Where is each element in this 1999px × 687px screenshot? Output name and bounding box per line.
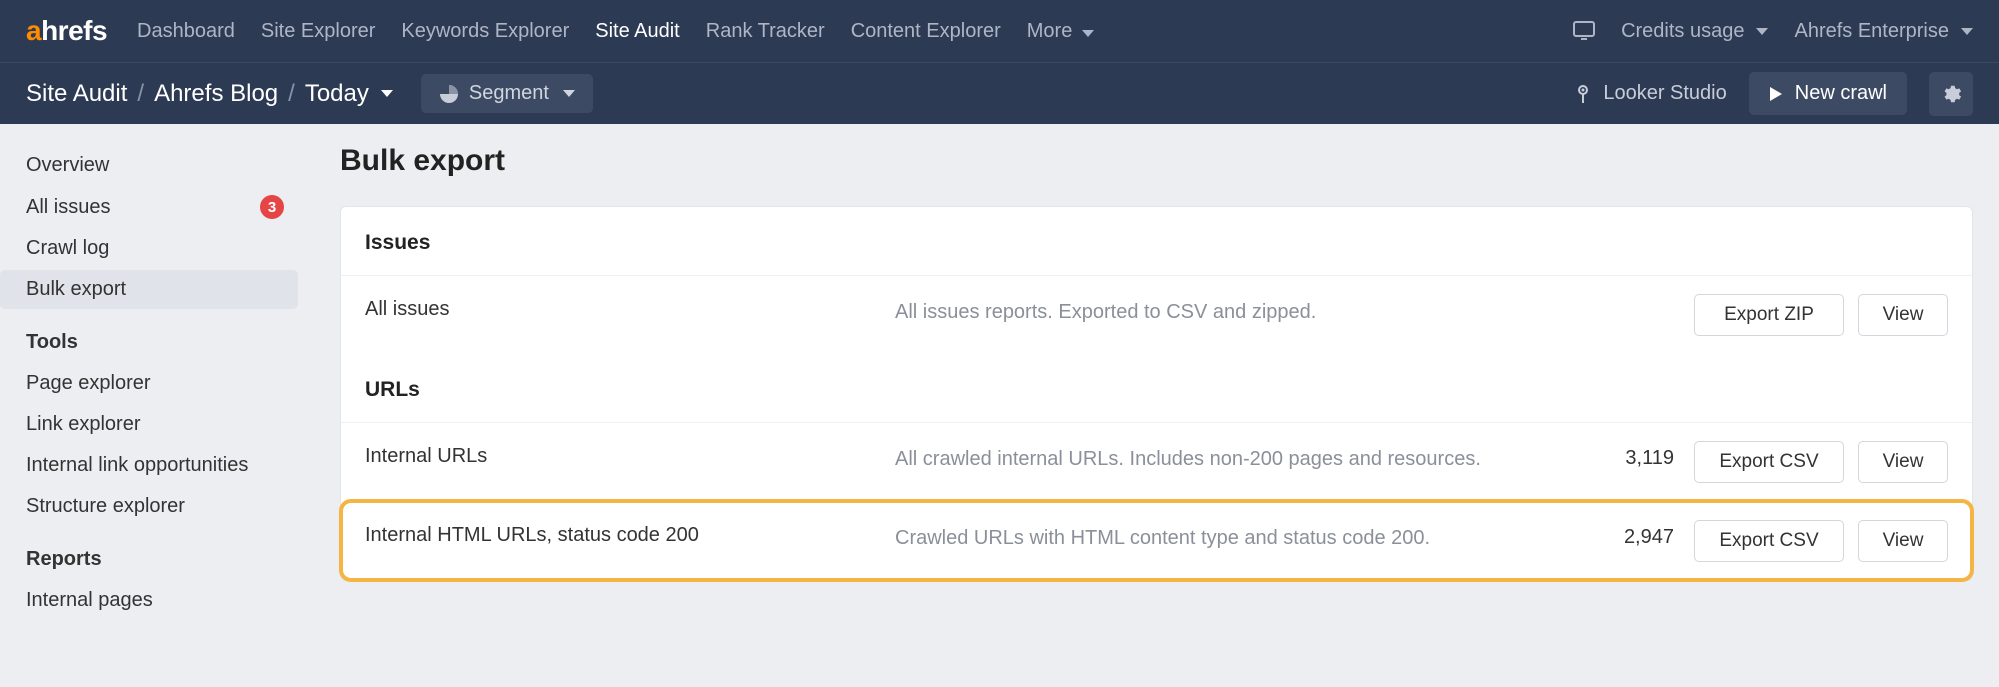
nav-items: Dashboard Site Explorer Keywords Explore… [137, 20, 1573, 43]
breadcrumb: Site Audit / Ahrefs Blog / Today [26, 80, 393, 108]
row-count [1584, 294, 1694, 300]
chevron-down-icon [1082, 30, 1094, 37]
sidebar-item-label: All issues [26, 196, 110, 219]
looker-studio-link[interactable]: Looker Studio [1573, 82, 1726, 105]
nav-right: Credits usage Ahrefs Enterprise [1573, 20, 1973, 43]
view-button[interactable]: View [1858, 441, 1948, 483]
row-name: All issues [365, 294, 895, 321]
row-count: 3,119 [1584, 441, 1694, 470]
layout: Overview All issues 3 Crawl log Bulk exp… [0, 124, 1999, 642]
export-csv-button[interactable]: Export CSV [1694, 441, 1844, 483]
nav-dashboard[interactable]: Dashboard [137, 20, 235, 43]
pie-chart-icon [439, 84, 459, 104]
account-label: Ahrefs Enterprise [1794, 20, 1949, 43]
view-button[interactable]: View [1858, 520, 1948, 562]
sidebar-heading-tools: Tools [0, 311, 298, 362]
export-zip-button[interactable]: Export ZIP [1694, 294, 1844, 336]
chevron-down-icon [1756, 28, 1768, 35]
main-content: Bulk export Issues All issues All issues… [310, 124, 1999, 642]
breadcrumb-project[interactable]: Ahrefs Blog [154, 80, 278, 108]
view-button[interactable]: View [1858, 294, 1948, 336]
looker-studio-icon [1573, 84, 1593, 104]
credits-usage-dropdown[interactable]: Credits usage [1621, 20, 1768, 43]
sidebar-heading-reports: Reports [0, 528, 298, 579]
sidebar-item-structure-explorer[interactable]: Structure explorer [0, 487, 298, 526]
chevron-down-icon [1961, 28, 1973, 35]
nav-rank-tracker[interactable]: Rank Tracker [706, 20, 825, 43]
settings-button[interactable] [1929, 72, 1973, 116]
segment-label: Segment [469, 82, 549, 105]
top-nav: ahrefs Dashboard Site Explorer Keywords … [0, 0, 1999, 62]
row-actions: Export ZIP View [1694, 294, 1948, 336]
sidebar-item-label: Link explorer [26, 413, 141, 436]
subnav-right: Looker Studio New crawl [1573, 72, 1973, 116]
sidebar-item-overview[interactable]: Overview [0, 146, 298, 185]
sidebar-item-label: Structure explorer [26, 495, 185, 518]
breadcrumb-date-label: Today [305, 80, 369, 108]
row-internal-urls: Internal URLs All crawled internal URLs.… [341, 422, 1972, 501]
chevron-down-icon [381, 90, 393, 97]
sidebar-item-crawl-log[interactable]: Crawl log [0, 229, 298, 268]
row-count: 2,947 [1584, 520, 1694, 549]
export-csv-button[interactable]: Export CSV [1694, 520, 1844, 562]
chevron-down-icon [563, 90, 575, 97]
sidebar-item-label: Internal link opportunities [26, 454, 248, 477]
bulk-export-card: Issues All issues All issues reports. Ex… [340, 206, 1973, 581]
breadcrumb-separator: / [137, 80, 144, 108]
segment-button[interactable]: Segment [421, 74, 593, 113]
breadcrumb-separator: / [288, 80, 295, 108]
credits-usage-label: Credits usage [1621, 20, 1744, 43]
sidebar-item-page-explorer[interactable]: Page explorer [0, 364, 298, 403]
play-icon [1769, 86, 1783, 102]
nav-keywords-explorer[interactable]: Keywords Explorer [401, 20, 569, 43]
new-crawl-label: New crawl [1795, 82, 1887, 105]
account-dropdown[interactable]: Ahrefs Enterprise [1794, 20, 1973, 43]
row-internal-html-urls-200: Internal HTML URLs, status code 200 Craw… [341, 501, 1972, 580]
sidebar-item-label: Crawl log [26, 237, 109, 260]
nav-more-label: More [1027, 20, 1073, 42]
section-header-urls: URLs [341, 354, 1972, 422]
row-desc: All crawled internal URLs. Includes non-… [895, 441, 1584, 473]
looker-studio-label: Looker Studio [1603, 82, 1726, 105]
sub-nav: Site Audit / Ahrefs Blog / Today Segment… [0, 62, 1999, 124]
sidebar-item-bulk-export[interactable]: Bulk export [0, 270, 298, 309]
row-desc: Crawled URLs with HTML content type and … [895, 520, 1584, 552]
nav-site-audit[interactable]: Site Audit [595, 20, 680, 43]
sidebar-item-label: Internal pages [26, 589, 153, 612]
gear-icon [1940, 83, 1962, 105]
section-header-issues: Issues [341, 207, 1972, 275]
sidebar-item-internal-link-opportunities[interactable]: Internal link opportunities [0, 446, 298, 485]
display-icon-button[interactable] [1573, 21, 1595, 41]
row-desc: All issues reports. Exported to CSV and … [895, 294, 1584, 326]
new-crawl-button[interactable]: New crawl [1749, 72, 1907, 115]
sidebar-item-label: Bulk export [26, 278, 126, 301]
logo[interactable]: ahrefs [26, 15, 107, 47]
nav-more[interactable]: More [1027, 20, 1094, 43]
breadcrumb-root[interactable]: Site Audit [26, 80, 127, 108]
row-all-issues: All issues All issues reports. Exported … [341, 275, 1972, 354]
row-actions: Export CSV View [1694, 520, 1948, 562]
breadcrumb-date-dropdown[interactable]: Today [305, 80, 393, 108]
sidebar-item-label: Page explorer [26, 372, 151, 395]
sidebar-item-all-issues[interactable]: All issues 3 [0, 187, 298, 227]
page-title: Bulk export [340, 144, 1973, 178]
logo-rest: hrefs [41, 15, 107, 46]
display-icon [1573, 21, 1595, 41]
nav-site-explorer[interactable]: Site Explorer [261, 20, 376, 43]
sidebar-item-label: Overview [26, 154, 109, 177]
nav-content-explorer[interactable]: Content Explorer [851, 20, 1001, 43]
row-actions: Export CSV View [1694, 441, 1948, 483]
sidebar: Overview All issues 3 Crawl log Bulk exp… [0, 124, 310, 642]
sidebar-item-link-explorer[interactable]: Link explorer [0, 405, 298, 444]
row-name: Internal HTML URLs, status code 200 [365, 520, 895, 547]
sidebar-item-internal-pages[interactable]: Internal pages [0, 581, 298, 620]
row-name: Internal URLs [365, 441, 895, 468]
logo-letter-a: a [26, 15, 41, 46]
issues-badge: 3 [260, 195, 284, 219]
